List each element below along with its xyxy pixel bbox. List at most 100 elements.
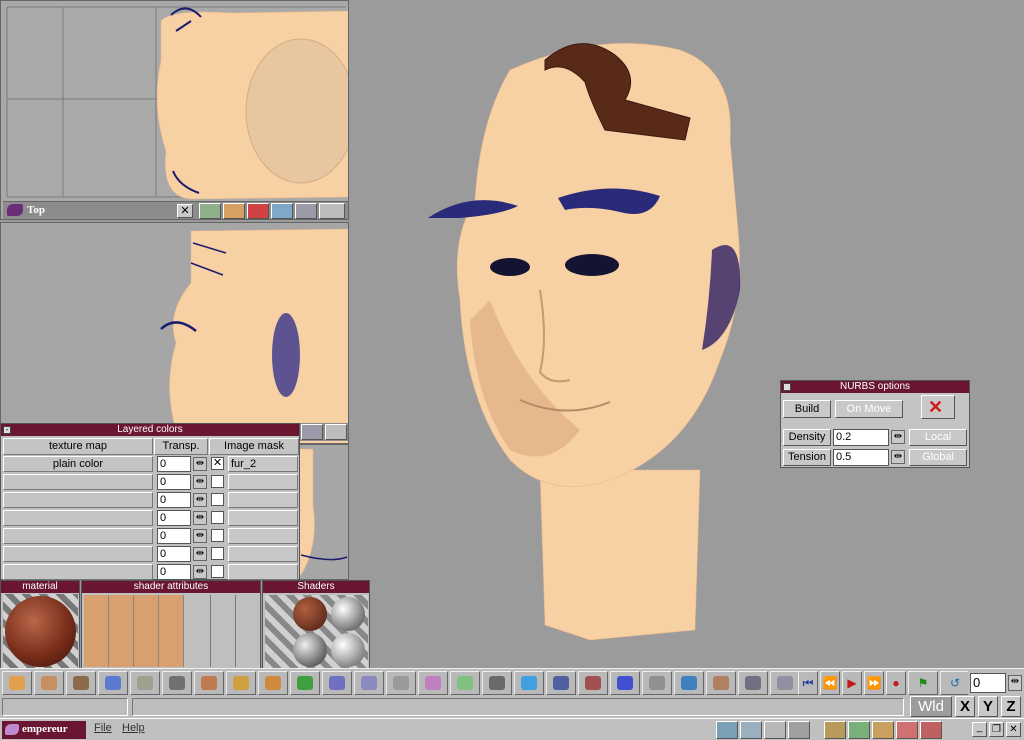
layer-mask-cell[interactable] xyxy=(228,492,298,508)
build-button[interactable]: Build xyxy=(783,400,831,418)
tension-stepper-icon[interactable]: ⇹ xyxy=(891,450,905,464)
view-tool-2-icon[interactable] xyxy=(223,203,245,219)
view-tool-6-icon[interactable] xyxy=(319,203,345,219)
layer-transp-field[interactable]: 0 xyxy=(157,474,191,490)
viewport-perspective[interactable] xyxy=(350,0,1024,668)
join-icon[interactable] xyxy=(770,671,800,695)
cylinder-icon[interactable] xyxy=(322,671,352,695)
torus-icon[interactable] xyxy=(642,671,672,695)
view-tool-4-icon[interactable] xyxy=(271,203,293,219)
shader-sphere-1[interactable] xyxy=(293,597,327,631)
layer-texture-cell[interactable] xyxy=(3,492,153,508)
mesh-icon[interactable] xyxy=(194,671,224,695)
box-icon[interactable] xyxy=(34,671,64,695)
layer-texture-cell[interactable]: plain color xyxy=(3,456,153,472)
rewind-icon[interactable]: ⏪ xyxy=(820,671,840,695)
menu-file[interactable]: File xyxy=(94,722,112,734)
molecule-icon[interactable] xyxy=(354,671,384,695)
close-icon[interactable]: ✕ xyxy=(177,204,193,218)
x-axis-button[interactable]: X xyxy=(955,696,975,717)
dog-icon[interactable] xyxy=(66,671,96,695)
loop-icon[interactable]: ↺ xyxy=(940,671,968,695)
material-preview[interactable] xyxy=(3,594,78,669)
column-header-texture[interactable]: texture map xyxy=(3,438,153,455)
layer-mask-cell[interactable]: fur_2 xyxy=(228,456,298,472)
layer-mask-cell[interactable] xyxy=(228,528,298,544)
layer-transp-stepper-icon[interactable]: ⇹ xyxy=(193,493,207,507)
path-icon[interactable] xyxy=(386,671,416,695)
view-tool-1-icon[interactable] xyxy=(199,203,221,219)
sphere-icon[interactable] xyxy=(290,671,320,695)
close-window-icon[interactable]: ✕ xyxy=(1006,722,1021,737)
layer-mask-cell[interactable] xyxy=(228,474,298,490)
layer-mask-checkbox[interactable] xyxy=(211,493,224,506)
layer-mask-checkbox[interactable] xyxy=(211,475,224,488)
tray-icon-3[interactable] xyxy=(764,721,786,739)
cone-icon[interactable] xyxy=(418,671,448,695)
layer-transp-stepper-icon[interactable]: ⇹ xyxy=(193,565,207,579)
menu-help[interactable]: Help xyxy=(122,722,145,734)
rotate-icon[interactable] xyxy=(162,671,192,695)
layer-mask-checkbox[interactable] xyxy=(211,529,224,542)
layer-texture-cell[interactable] xyxy=(3,510,153,526)
lathe-icon[interactable] xyxy=(258,671,288,695)
grid-icon[interactable] xyxy=(610,671,640,695)
extrude-icon[interactable] xyxy=(226,671,256,695)
layer-transp-field[interactable]: 0 xyxy=(157,492,191,508)
viewport-side[interactable] xyxy=(0,222,349,444)
view-tool-3-icon[interactable] xyxy=(247,203,269,219)
layer-texture-cell[interactable] xyxy=(3,528,153,544)
shaders-titlebar[interactable]: Shaders xyxy=(263,581,369,593)
layer-transp-field[interactable]: 0 xyxy=(157,546,191,562)
layer-mask-cell[interactable] xyxy=(228,510,298,526)
layered-colors-titlebar[interactable]: Layered colors xyxy=(1,424,299,436)
layer-mask-cell[interactable] xyxy=(228,546,298,562)
z-axis-button[interactable]: Z xyxy=(1001,696,1021,717)
axes-icon[interactable] xyxy=(578,671,608,695)
shaders-grid[interactable] xyxy=(265,595,368,668)
layer-transp-field[interactable]: 0 xyxy=(157,564,191,580)
minimize-icon[interactable]: - xyxy=(3,426,11,434)
viewport-top[interactable]: Top ✕ xyxy=(0,0,349,220)
layer-transp-stepper-icon[interactable]: ⇹ xyxy=(193,547,207,561)
cube-gradient-icon[interactable] xyxy=(2,671,32,695)
layer-mask-checkbox[interactable] xyxy=(211,565,224,578)
layer-mask-cell[interactable] xyxy=(228,564,298,580)
record-icon[interactable]: ● xyxy=(886,671,906,695)
minimize-window-icon[interactable]: _ xyxy=(972,722,987,737)
scale-icon[interactable] xyxy=(130,671,160,695)
tray-icon-8[interactable] xyxy=(896,721,918,739)
material-titlebar[interactable]: material xyxy=(1,581,79,593)
layer-transp-stepper-icon[interactable]: ⇹ xyxy=(193,511,207,525)
shader-sphere-4[interactable] xyxy=(331,633,365,667)
curve-icon[interactable] xyxy=(738,671,768,695)
first-frame-icon[interactable]: ⏮ xyxy=(798,671,818,695)
view-side-tool-2-icon[interactable] xyxy=(325,424,347,440)
layer-mask-checkbox[interactable] xyxy=(211,511,224,524)
tray-icon-5[interactable] xyxy=(824,721,846,739)
tray-icon-6[interactable] xyxy=(848,721,870,739)
nurbs-minimize-icon[interactable] xyxy=(783,383,791,391)
tray-icon-2[interactable] xyxy=(740,721,762,739)
density-stepper-icon[interactable]: ⇹ xyxy=(891,430,905,444)
local-button[interactable]: Local xyxy=(909,429,967,446)
table-icon[interactable] xyxy=(482,671,512,695)
play-icon[interactable]: ▶ xyxy=(842,671,862,695)
global-button[interactable]: Global xyxy=(909,449,967,466)
viewport-menu-icon[interactable] xyxy=(7,204,23,216)
shader-swatch-grid[interactable] xyxy=(84,595,184,667)
layer-transp-field[interactable]: 0 xyxy=(157,510,191,526)
column-header-mask[interactable]: Image mask xyxy=(209,438,299,455)
tension-field[interactable]: 0.5 xyxy=(833,449,889,466)
column-header-transp[interactable]: Transp. xyxy=(154,438,208,455)
layer-transp-field[interactable]: 0 xyxy=(157,456,191,472)
tray-icon-9[interactable] xyxy=(920,721,942,739)
nurbs-reset-button[interactable]: ✕ xyxy=(921,395,955,419)
y-axis-button[interactable]: Y xyxy=(978,696,998,717)
wld-button[interactable]: Wld xyxy=(910,696,952,717)
frame-field[interactable]: 0 xyxy=(970,673,1006,693)
tray-icon-1[interactable] xyxy=(716,721,738,739)
frame-stepper-icon[interactable]: ⇹ xyxy=(1008,675,1022,691)
layer-texture-cell[interactable] xyxy=(3,474,153,490)
tray-icon-7[interactable] xyxy=(872,721,894,739)
